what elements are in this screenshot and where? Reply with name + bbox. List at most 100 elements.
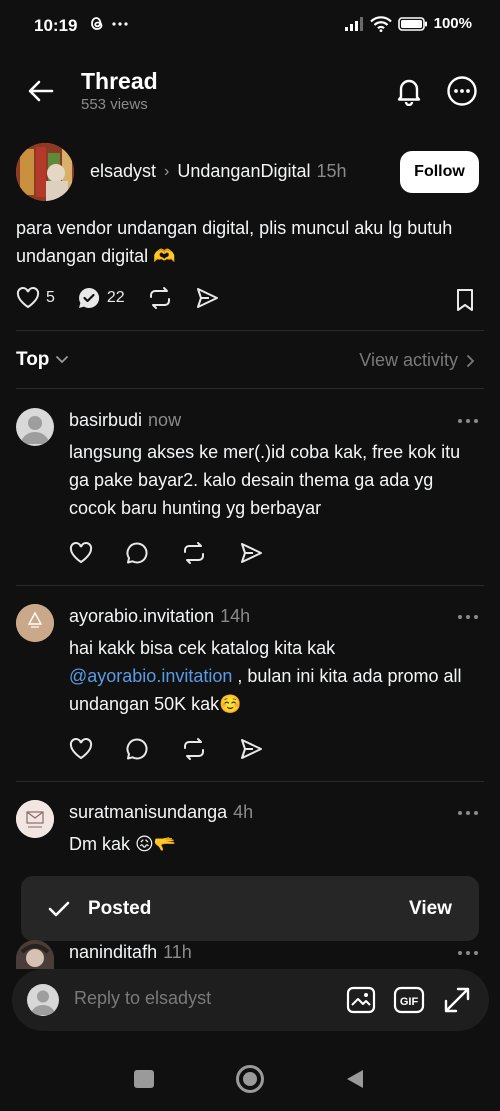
comment-icon[interactable] — [125, 541, 149, 565]
back-button[interactable] — [26, 76, 56, 106]
wifi-icon — [369, 15, 392, 32]
gif-icon: GIF — [393, 986, 425, 1014]
reply-actions — [69, 541, 263, 565]
chevron-down-icon — [56, 356, 69, 364]
send-icon[interactable] — [239, 738, 263, 760]
chevron-right-icon: › — [164, 162, 170, 180]
image-icon — [346, 986, 376, 1014]
default-avatar-icon — [21, 416, 49, 444]
reply-more-button[interactable] — [456, 612, 480, 622]
sort-dropdown[interactable]: Top — [16, 349, 69, 371]
reply-username[interactable]: ayorabio.invitation — [69, 606, 214, 627]
reply-avatar[interactable] — [16, 408, 54, 446]
reply-text-start: hai kakk bisa cek katalog kita kak — [69, 638, 336, 658]
recent-apps-button[interactable] — [134, 1070, 154, 1088]
bookmark-button[interactable] — [455, 288, 475, 312]
post-text: para vendor undangan digital, plis muncu… — [16, 218, 453, 266]
toast-view-button[interactable]: View — [409, 898, 452, 920]
more-circle-icon — [447, 76, 477, 106]
notifications-button[interactable] — [394, 76, 424, 106]
reply-time: 11h — [163, 942, 192, 962]
like-count: 5 — [46, 289, 55, 306]
expand-icon — [444, 987, 470, 1013]
heart-icon[interactable] — [69, 542, 93, 564]
brand-logo-avatar — [16, 604, 54, 642]
signal-icon — [344, 16, 363, 31]
reply-avatar[interactable] — [16, 800, 54, 838]
heart-icon — [16, 287, 40, 309]
reply-count: 22 — [106, 289, 125, 306]
reply-username[interactable]: suratmanisundanga — [69, 802, 227, 823]
back-arrow-icon — [28, 80, 54, 102]
sort-label: Top — [16, 349, 50, 370]
default-avatar-icon — [31, 990, 55, 1015]
more-options-button[interactable] — [446, 75, 478, 107]
more-horizontal-icon — [458, 811, 478, 815]
like-button[interactable]: 5 — [16, 287, 55, 309]
threads-icon — [91, 17, 103, 30]
reply-more-button[interactable] — [456, 948, 480, 958]
reply-header: suratmanisundanga 4h — [69, 802, 253, 823]
svg-text:GIF: GIF — [400, 996, 419, 1008]
reply-actions — [69, 737, 263, 761]
battery-percent: 100% — [433, 15, 472, 32]
reply-avatar[interactable] — [16, 940, 54, 969]
reply-check-icon — [78, 287, 100, 308]
reply-time: 4h — [233, 802, 254, 822]
reply-input[interactable]: Reply to elsadyst — [74, 988, 211, 1009]
reply-username[interactable]: naninditafh — [69, 942, 157, 963]
follow-button[interactable]: Follow — [400, 151, 479, 193]
status-left-icons — [90, 16, 128, 31]
more-notifications-icon — [112, 21, 128, 26]
reply-text: langsung akses ke mer(.)id coba kak, fre… — [69, 442, 461, 518]
reply-header: naninditafh 11h — [69, 942, 192, 963]
view-count: 553 views — [81, 96, 148, 113]
post-time: 15h — [316, 161, 347, 181]
bookmark-icon — [457, 289, 473, 311]
divider — [16, 330, 484, 331]
repost-icon — [149, 287, 170, 309]
post-actions: 5 22 — [16, 286, 241, 310]
reply-count-button[interactable]: 22 — [77, 286, 125, 310]
view-activity-link[interactable]: View activity — [359, 350, 476, 371]
avatar-photo — [16, 940, 54, 969]
mention-link[interactable]: @ayorabio.invitation — [69, 666, 232, 686]
image-button[interactable] — [346, 985, 376, 1015]
repost-icon[interactable] — [181, 737, 207, 761]
more-horizontal-icon — [458, 419, 478, 423]
reply-header: basirbudi now — [69, 410, 181, 431]
status-right: 100% — [344, 15, 472, 32]
battery-icon — [397, 16, 427, 31]
more-horizontal-icon — [458, 615, 478, 619]
comment-icon[interactable] — [125, 737, 149, 761]
triangle-back-icon — [347, 1070, 363, 1088]
heart-icon[interactable] — [69, 738, 93, 760]
post-author-avatar[interactable] — [16, 143, 74, 201]
reply-header: ayorabio.invitation 14h — [69, 606, 250, 627]
page-title: Thread — [81, 68, 158, 94]
reply-more-button[interactable] — [456, 416, 480, 426]
reply-text: Dm kak 😖🫳 — [69, 834, 177, 854]
avatar-photo — [16, 143, 74, 201]
reply-avatar[interactable] — [16, 604, 54, 642]
chevron-right-icon — [467, 354, 475, 367]
reply-more-button[interactable] — [456, 808, 480, 818]
share-button[interactable] — [195, 287, 219, 309]
post-meta: elsadyst › UndanganDigital 15h — [90, 161, 347, 182]
post-username[interactable]: elsadyst — [90, 161, 156, 182]
send-icon — [196, 288, 218, 308]
expand-button[interactable] — [442, 985, 472, 1015]
divider — [16, 388, 484, 389]
divider — [16, 781, 484, 782]
repost-button[interactable] — [147, 286, 173, 310]
reply-username[interactable]: basirbudi — [69, 410, 142, 431]
reply-time: 14h — [220, 606, 251, 626]
gif-button[interactable]: GIF — [393, 985, 425, 1015]
system-back-button[interactable] — [345, 1068, 365, 1090]
divider — [16, 585, 484, 586]
reply-text: hai kakk bisa cek katalog kita kak @ayor… — [69, 634, 479, 718]
send-icon[interactable] — [239, 542, 263, 564]
repost-icon[interactable] — [181, 541, 207, 565]
toast-message: Posted — [88, 898, 152, 919]
post-community[interactable]: UndanganDigital — [177, 161, 310, 182]
